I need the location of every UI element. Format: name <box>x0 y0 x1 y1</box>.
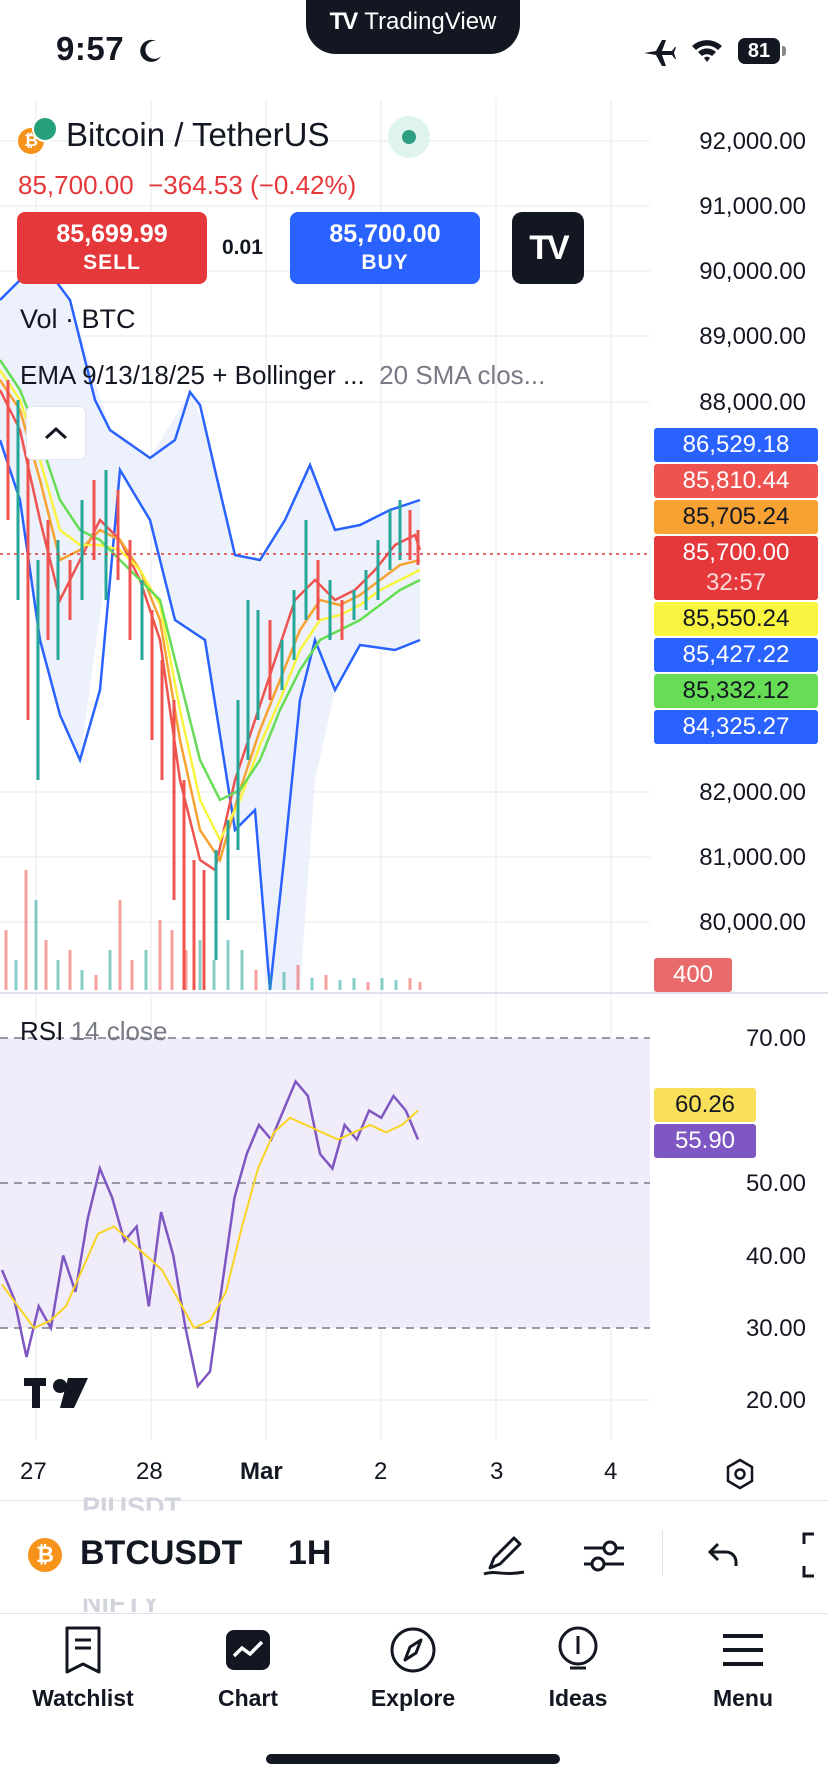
nav-watchlist[interactable]: Watchlist <box>8 1626 158 1712</box>
rsi-axis-label: 20.00 <box>745 1387 806 1414</box>
rsi-legend[interactable]: RSI 14 close <box>20 1016 167 1047</box>
nav-watchlist-label: Watchlist <box>32 1685 134 1711</box>
battery-level: 81 <box>738 38 780 64</box>
tradingview-pill-label: TradingView <box>364 8 497 35</box>
spread-value: 0.01 <box>222 236 263 259</box>
nav-ideas-label: Ideas <box>548 1685 608 1711</box>
market-status-icon[interactable] <box>388 116 430 158</box>
moon-icon <box>140 39 161 62</box>
tradingview-logo-icon[interactable]: TV <box>512 212 584 284</box>
time-axis-label: Mar <box>240 1458 283 1485</box>
sell-button[interactable]: 85,699.99 SELL <box>17 212 207 284</box>
nav-menu-label: Menu <box>712 1685 774 1711</box>
price-change: 85,700.00 −364.53 (−0.42%) <box>18 170 356 201</box>
volume-bars <box>4 870 422 990</box>
price-axis-label: 89,000.00 <box>699 323 806 350</box>
rsi-legend-title: RSI <box>20 1016 64 1046</box>
indicators-icon[interactable] <box>582 1536 626 1576</box>
last-price: 85,700.00 <box>18 170 134 200</box>
price-axis-label: 91,000.00 <box>699 193 806 220</box>
nav-explore[interactable]: Explore <box>338 1626 488 1712</box>
nav-chart[interactable]: Chart <box>173 1626 323 1712</box>
watchlist-icon <box>65 1626 101 1674</box>
chevron-up-icon <box>44 426 68 440</box>
compass-icon <box>390 1627 436 1673</box>
rsi-axis-label: 40.00 <box>745 1243 806 1270</box>
time-axis-label: 27 <box>20 1458 47 1485</box>
chart-settings-icon[interactable] <box>724 1458 756 1490</box>
buy-price: 85,700.00 <box>329 220 441 248</box>
time-axis-label: 4 <box>604 1458 618 1485</box>
nav-menu[interactable]: Menu <box>668 1626 818 1712</box>
bollinger-upper-tag: 86,529.18 <box>654 428 818 462</box>
price-axis-label: 80,000.00 <box>699 909 806 936</box>
ema-13-tag: 85,705.24 <box>654 500 818 534</box>
ema-9-tag: 85,810.44 <box>654 464 818 498</box>
buy-button[interactable]: 85,700.00 BUY <box>290 212 480 284</box>
rsi-value-tag: 55.90 <box>654 1124 756 1158</box>
chart-icon <box>226 1630 270 1670</box>
ema-18-tag: 85,550.24 <box>654 602 818 636</box>
rsi-legend-params: 14 close <box>70 1016 168 1046</box>
toolbar-divider <box>662 1530 663 1576</box>
rsi-axis-label: 30.00 <box>745 1315 806 1342</box>
nav-ideas[interactable]: Ideas <box>503 1626 653 1712</box>
wifi-icon <box>692 40 722 62</box>
volume-legend[interactable]: Vol · BTC <box>20 304 136 335</box>
symbol-title[interactable]: Bitcoin / TetherUS <box>66 116 330 154</box>
last-price-tag: 85,700.00 32:57 <box>654 536 818 600</box>
rsi-ma-tag: 60.26 <box>654 1088 756 1122</box>
bollinger-lower-tag: 84,325.27 <box>654 710 818 744</box>
time-axis-label: 2 <box>374 1458 388 1485</box>
collapse-legend-button[interactable] <box>26 406 86 460</box>
bitcoin-icon: ₿ <box>28 1538 62 1572</box>
bollinger-basis-tag: 85,427.22 <box>654 638 818 672</box>
time-axis-label: 28 <box>136 1458 163 1485</box>
rsi-axis-label: 50.00 <box>745 1170 806 1197</box>
price-axis-label: 81,000.00 <box>699 844 806 871</box>
price-axis-label: 92,000.00 <box>699 128 806 155</box>
undo-icon[interactable] <box>706 1540 740 1570</box>
change-value: −364.53 (−0.42%) <box>148 170 357 200</box>
buy-label: BUY <box>361 251 409 274</box>
battery-indicator: 81 <box>738 38 786 66</box>
status-time: 9:57 <box>56 30 125 67</box>
ema-legend-title: EMA 9/13/18/25 + Bollinger ... <box>20 360 365 390</box>
tradingview-watermark-icon <box>24 1378 88 1408</box>
interval-selector[interactable]: 1H <box>288 1534 331 1573</box>
volume-tag: 400 <box>654 958 732 992</box>
lightbulb-icon <box>558 1626 598 1670</box>
last-price-tag-value: 85,700.00 <box>682 539 790 566</box>
bar-countdown: 32:57 <box>705 569 767 596</box>
ema-legend[interactable]: EMA 9/13/18/25 + Bollinger ... 20 SMA cl… <box>20 360 545 391</box>
fullscreen-icon[interactable] <box>800 1532 828 1578</box>
tradingview-pill: TV TradingView <box>306 0 520 54</box>
symbol-selector[interactable]: BTCUSDT <box>80 1534 242 1573</box>
price-axis-label: 90,000.00 <box>699 258 806 285</box>
price-axis-label: 82,000.00 <box>699 779 806 806</box>
tradingview-logo-icon: TV <box>329 8 359 35</box>
nav-explore-label: Explore <box>370 1685 456 1711</box>
ema-25-tag: 85,332.12 <box>654 674 818 708</box>
airplane-icon <box>644 40 676 66</box>
home-indicator <box>266 1754 560 1764</box>
nav-chart-label: Chart <box>217 1685 279 1711</box>
time-axis-label: 3 <box>490 1458 504 1485</box>
sell-price: 85,699.99 <box>56 220 168 248</box>
ema-legend-params: 20 SMA clos... <box>379 360 546 390</box>
drawing-tools-icon[interactable] <box>480 1530 528 1578</box>
menu-icon <box>723 1634 763 1666</box>
rsi-axis-label: 70.00 <box>745 1025 806 1052</box>
price-axis-label: 88,000.00 <box>699 389 806 416</box>
tether-icon <box>32 116 58 142</box>
sell-label: SELL <box>83 251 141 274</box>
